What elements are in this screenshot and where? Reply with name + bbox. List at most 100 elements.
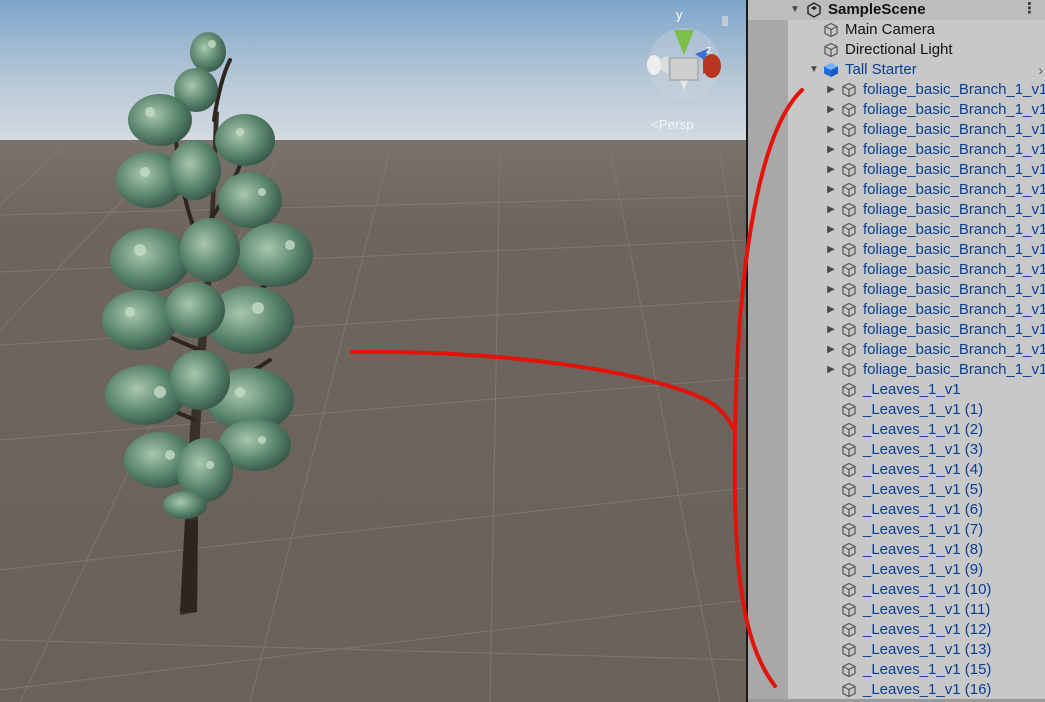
item-label: _Leaves_1_v1 (15) <box>863 661 992 678</box>
item-label: foliage_basic_Branch_1_v1 <box>863 181 1045 198</box>
item-label: foliage_basic_Branch_1_v1 <box>863 261 1045 278</box>
hierarchy-item-branch[interactable]: ▶ foliage_basic_Branch_1_v1 <box>748 220 1045 240</box>
hierarchy-item-leaves[interactable]: _Leaves_1_v1 (4) <box>748 460 1045 480</box>
gameobject-icon <box>842 222 856 238</box>
item-label: foliage_basic_Branch_1_v1 <box>863 361 1045 378</box>
hierarchy-item-branch[interactable]: ▶ foliage_basic_Branch_1_v1 <box>748 140 1045 160</box>
item-label: foliage_basic_Branch_1_v1 <box>863 301 1045 318</box>
item-label: foliage_basic_Branch_1_v1 <box>863 221 1045 238</box>
gameobject-icon <box>842 102 856 118</box>
chevron-right-icon[interactable]: › <box>1038 62 1043 78</box>
hierarchy-item-branch[interactable]: ▶ foliage_basic_Branch_1_v1 <box>748 100 1045 120</box>
item-label: Directional Light <box>845 41 953 58</box>
expand-arrow-icon[interactable]: ▶ <box>826 304 836 316</box>
scene-name: SampleScene <box>828 1 926 18</box>
scene-canvas[interactable]: y z <box>0 0 746 702</box>
hierarchy-item-branch[interactable]: ▶ foliage_basic_Branch_1_v1 <box>748 80 1045 100</box>
expand-arrow-icon[interactable]: ▶ <box>826 104 836 116</box>
item-label: foliage_basic_Branch_1_v1 <box>863 321 1045 338</box>
expand-arrow-icon[interactable]: ▶ <box>826 84 836 96</box>
expand-arrow-icon[interactable]: ▶ <box>826 204 836 216</box>
hierarchy-item-leaves[interactable]: _Leaves_1_v1 (15) <box>748 660 1045 680</box>
item-label: foliage_basic_Branch_1_v1 <box>863 81 1045 98</box>
hierarchy-item-leaves[interactable]: _Leaves_1_v1 (9) <box>748 560 1045 580</box>
expand-arrow-icon[interactable]: ▶ <box>826 324 836 336</box>
gameobject-icon <box>842 602 856 618</box>
hierarchy-item-leaves[interactable]: _Leaves_1_v1 (1) <box>748 400 1045 420</box>
lock-icon[interactable] <box>722 16 728 26</box>
gameobject-icon <box>842 362 856 378</box>
gameobject-icon <box>842 322 856 338</box>
gameobject-icon <box>842 142 856 158</box>
hierarchy-item-leaves[interactable]: _Leaves_1_v1 (13) <box>748 640 1045 660</box>
item-label: _Leaves_1_v1 (12) <box>863 621 992 638</box>
item-label: _Leaves_1_v1 (10) <box>863 581 992 598</box>
hierarchy-item-branch[interactable]: ▶ foliage_basic_Branch_1_v1 <box>748 280 1045 300</box>
expand-arrow-icon[interactable]: ▶ <box>826 124 836 136</box>
scene-root-row[interactable]: ▼ SampleScene ⋮ <box>748 0 1045 20</box>
gameobject-icon <box>842 522 856 538</box>
expand-arrow-icon[interactable]: ▶ <box>826 164 836 176</box>
hierarchy-item-leaves[interactable]: _Leaves_1_v1 (7) <box>748 520 1045 540</box>
gameobject-icon <box>842 242 856 258</box>
expand-arrow-icon[interactable]: ▼ <box>809 64 819 76</box>
item-label: _Leaves_1_v1 (9) <box>863 561 984 578</box>
gameobject-icon <box>842 562 856 578</box>
expand-arrow-icon[interactable]: ▶ <box>826 264 836 276</box>
gameobject-icon <box>842 502 856 518</box>
ground-plane <box>0 140 746 702</box>
item-label: foliage_basic_Branch_1_v1 <box>863 341 1045 358</box>
hierarchy-item-branch[interactable]: ▶ foliage_basic_Branch_1_v1 <box>748 260 1045 280</box>
hierarchy-item-leaves[interactable]: _Leaves_1_v1 (5) <box>748 480 1045 500</box>
hierarchy-item-branch[interactable]: ▶ foliage_basic_Branch_1_v1 <box>748 300 1045 320</box>
hierarchy-item-leaves[interactable]: _Leaves_1_v1 (16) <box>748 680 1045 700</box>
hierarchy-item-branch[interactable]: ▶ foliage_basic_Branch_1_v1 <box>748 340 1045 360</box>
hierarchy-item-leaves[interactable]: _Leaves_1_v1 (10) <box>748 580 1045 600</box>
hierarchy-item-leaves[interactable]: _Leaves_1_v1 (11) <box>748 600 1045 620</box>
hierarchy-panel[interactable]: ▼ SampleScene ⋮ Main Camera Directional … <box>748 0 1045 702</box>
hierarchy-item-leaves[interactable]: _Leaves_1_v1 (12) <box>748 620 1045 640</box>
item-label: _Leaves_1_v1 (3) <box>863 441 984 458</box>
expand-arrow-icon[interactable]: ▶ <box>826 184 836 196</box>
hierarchy-item-branch[interactable]: ▶ foliage_basic_Branch_1_v1 <box>748 160 1045 180</box>
gizmo-y-label: y <box>676 7 683 22</box>
hierarchy-item-branch[interactable]: ▶ foliage_basic_Branch_1_v1 <box>748 180 1045 200</box>
expand-arrow-icon[interactable]: ▶ <box>826 364 836 376</box>
hierarchy-item-leaves[interactable]: _Leaves_1_v1 (2) <box>748 420 1045 440</box>
hierarchy-item-branch[interactable]: ▶ foliage_basic_Branch_1_v1 <box>748 200 1045 220</box>
hierarchy-item-directional-light[interactable]: Directional Light <box>748 40 1045 60</box>
gameobject-icon <box>842 262 856 278</box>
hierarchy-item-leaves[interactable]: _Leaves_1_v1 (3) <box>748 440 1045 460</box>
expand-arrow-icon[interactable]: ▶ <box>826 284 836 296</box>
gameobject-icon <box>842 402 856 418</box>
gameobject-icon <box>842 162 856 178</box>
projection-toggle[interactable]: <Persp <box>651 117 694 132</box>
hierarchy-item-branch[interactable]: ▶ foliage_basic_Branch_1_v1 <box>748 360 1045 380</box>
expand-arrow-icon[interactable]: ▶ <box>826 344 836 356</box>
hierarchy-item-branch[interactable]: ▶ foliage_basic_Branch_1_v1 <box>748 320 1045 340</box>
gameobject-icon <box>824 42 838 58</box>
hierarchy-item-tall-starter[interactable]: ▼ Tall Starter › <box>748 60 1045 80</box>
item-label: foliage_basic_Branch_1_v1 <box>863 161 1045 178</box>
scene-view[interactable]: y z <Persp <box>0 0 746 702</box>
hierarchy-item-branch[interactable]: ▶ foliage_basic_Branch_1_v1 <box>748 240 1045 260</box>
hierarchy-item-leaves[interactable]: _Leaves_1_v1 (8) <box>748 540 1045 560</box>
expand-arrow-icon[interactable]: ▶ <box>826 244 836 256</box>
hierarchy-item-branch[interactable]: ▶ foliage_basic_Branch_1_v1 <box>748 120 1045 140</box>
expand-arrow-icon[interactable]: ▶ <box>826 144 836 156</box>
kebab-menu-icon[interactable]: ⋮ <box>1022 1 1037 17</box>
gameobject-icon <box>842 582 856 598</box>
gameobject-icon <box>842 122 856 138</box>
hierarchy-item-leaves[interactable]: _Leaves_1_v1 <box>748 380 1045 400</box>
expand-arrow-icon[interactable]: ▶ <box>826 224 836 236</box>
expand-arrow-icon[interactable]: ▼ <box>790 4 800 16</box>
item-label: _Leaves_1_v1 (6) <box>863 501 984 518</box>
hierarchy-item-main-camera[interactable]: Main Camera <box>748 20 1045 40</box>
gameobject-icon <box>842 442 856 458</box>
gameobject-icon <box>824 22 838 38</box>
hierarchy-item-leaves[interactable]: _Leaves_1_v1 (6) <box>748 500 1045 520</box>
item-label: foliage_basic_Branch_1_v1 <box>863 101 1045 118</box>
item-label: _Leaves_1_v1 (5) <box>863 481 984 498</box>
item-label: foliage_basic_Branch_1_v1 <box>863 141 1045 158</box>
item-label: Main Camera <box>845 21 936 38</box>
